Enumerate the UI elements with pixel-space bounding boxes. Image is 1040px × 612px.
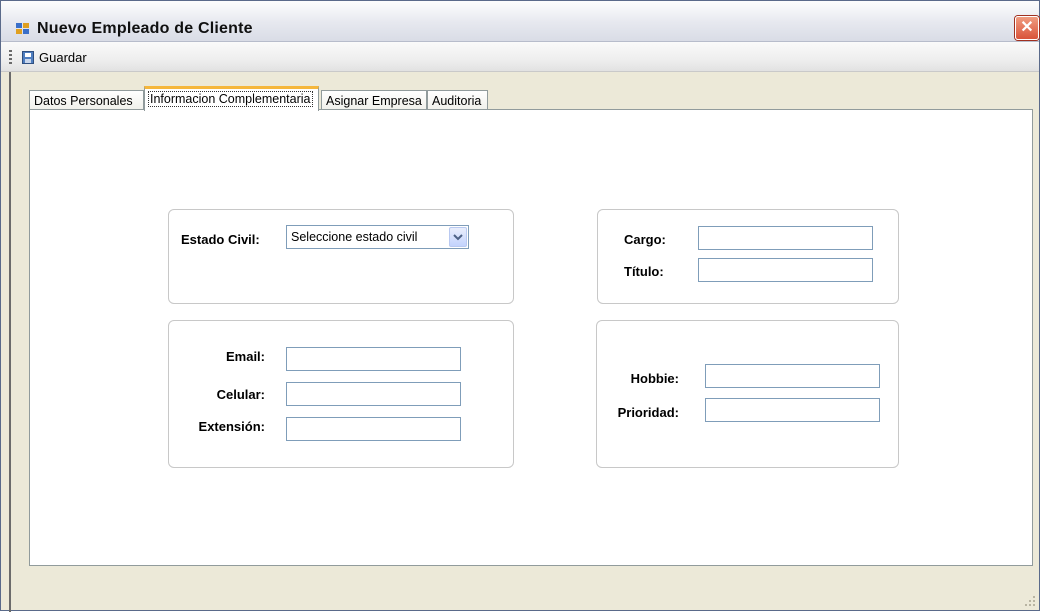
app-window: Nuevo Empleado de Cliente ✕ Guardar Dato… [0, 0, 1040, 612]
toolbar-grip-icon[interactable] [9, 50, 12, 64]
hobbie-prioridad-group: Hobbie: Prioridad: [596, 320, 899, 468]
tab-label: Informacion Complementaria [148, 91, 313, 107]
prioridad-input[interactable] [705, 398, 880, 422]
extension-input[interactable] [286, 417, 461, 441]
tab-informacion-complementaria[interactable]: Informacion Complementaria [144, 86, 319, 111]
toolbar: Guardar [1, 42, 1039, 72]
chevron-down-icon[interactable] [449, 227, 467, 247]
cargo-titulo-group: Cargo: Título: [597, 209, 899, 304]
estado-civil-label: Estado Civil: [181, 232, 260, 247]
save-button[interactable]: Guardar [18, 47, 91, 67]
tab-datos-personales[interactable]: Datos Personales [29, 90, 144, 110]
hobbie-input[interactable] [705, 364, 880, 388]
estado-civil-selected: Seleccione estado civil [291, 230, 418, 244]
app-icon [16, 23, 30, 35]
cargo-label: Cargo: [624, 232, 666, 247]
title-bar[interactable]: Nuevo Empleado de Cliente ✕ [1, 1, 1039, 42]
extension-label: Extensión: [198, 419, 265, 434]
email-input[interactable] [286, 347, 461, 371]
tab-label: Asignar Empresa [326, 94, 422, 108]
tab-asignar-empresa[interactable]: Asignar Empresa [321, 90, 427, 110]
tab-label: Datos Personales [34, 94, 133, 108]
tab-label: Auditoria [432, 94, 482, 108]
hobbie-label: Hobbie: [630, 371, 679, 386]
email-label: Email: [225, 349, 265, 364]
estado-civil-select[interactable]: Seleccione estado civil [286, 225, 469, 249]
floppy-disk-icon [22, 50, 34, 64]
estado-civil-group: Estado Civil: Seleccione estado civil [168, 209, 514, 304]
prioridad-label: Prioridad: [617, 405, 679, 420]
contacto-group: Email: Celular: Extensión: [168, 320, 514, 468]
save-button-label: Guardar [39, 49, 87, 65]
tab-page-informacion-complementaria: Estado Civil: Seleccione estado civil Ca… [29, 109, 1033, 566]
celular-label: Celular: [216, 387, 265, 402]
close-icon: ✕ [1020, 19, 1034, 36]
resize-grip-icon[interactable] [1023, 594, 1037, 608]
titulo-input[interactable] [698, 258, 873, 282]
titulo-label: Título: [624, 264, 664, 279]
cargo-input[interactable] [698, 226, 873, 250]
tab-auditoria[interactable]: Auditoria [427, 90, 488, 110]
close-button[interactable]: ✕ [1015, 16, 1039, 40]
celular-input[interactable] [286, 382, 461, 406]
left-edge-divider [9, 72, 11, 612]
window-title: Nuevo Empleado de Cliente [37, 20, 253, 37]
